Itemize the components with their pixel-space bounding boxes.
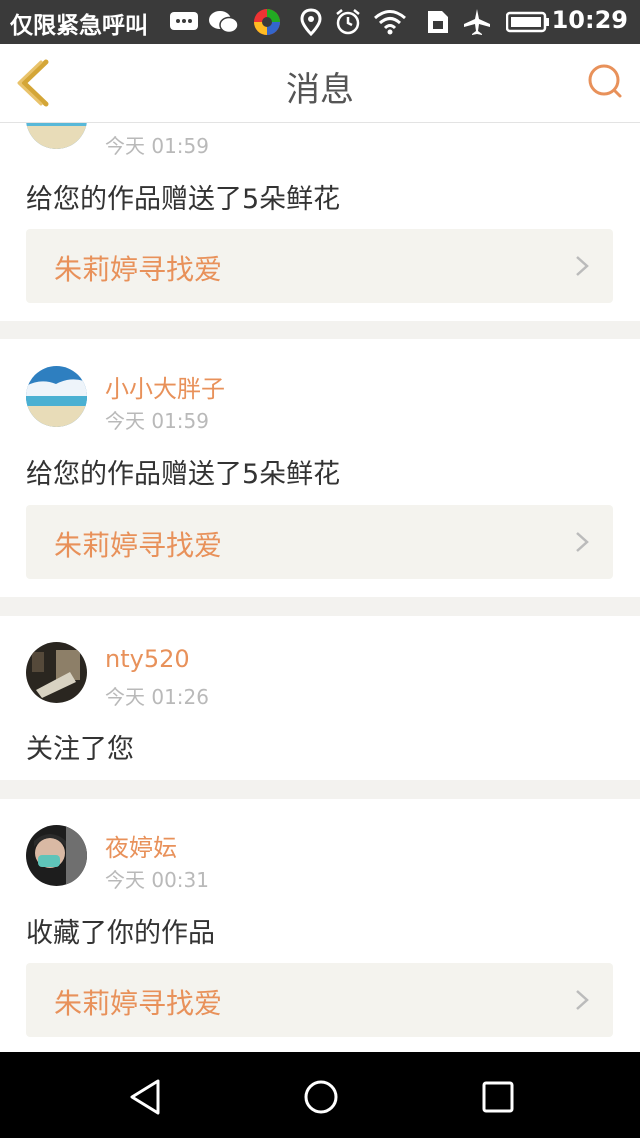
- message-text: 给您的作品赠送了5朵鲜花: [26, 459, 341, 490]
- work-link[interactable]: 朱莉婷寻找爱: [26, 229, 613, 303]
- carrier-text: 仅限紧急呼叫: [10, 13, 148, 39]
- work-link[interactable]: 朱莉婷寻找爱: [26, 963, 613, 1037]
- message-text: 关注了您: [26, 734, 134, 765]
- nav-home-button[interactable]: [301, 1077, 341, 1117]
- nav-back-icon: [130, 1079, 160, 1115]
- timestamp: 今天 01:59: [105, 409, 209, 433]
- message-text: 给您的作品赠送了5朵鲜花: [26, 184, 341, 215]
- username[interactable]: 小小大胖子: [105, 369, 225, 404]
- list-item[interactable]: 今天 01:59 给您的作品赠送了5朵鲜花 朱莉婷寻找爱: [0, 123, 640, 321]
- clock-time: 10:29: [551, 6, 628, 34]
- nav-recents-button[interactable]: [478, 1077, 518, 1117]
- battery-icon: [506, 8, 550, 36]
- message-list[interactable]: 今天 01:59 给您的作品赠送了5朵鲜花 朱莉婷寻找爱 小小大胖子 今天 01…: [0, 123, 640, 1052]
- colorful-app-icon: [252, 8, 282, 36]
- dark-photo-avatar[interactable]: [26, 642, 87, 703]
- system-nav-bar: [0, 1052, 640, 1138]
- nav-recents-icon: [482, 1081, 514, 1113]
- list-item[interactable]: 小小大胖子 今天 01:59 给您的作品赠送了5朵鲜花 朱莉婷寻找爱: [0, 339, 640, 597]
- username[interactable]: 夜婷妘: [105, 828, 177, 863]
- search-icon: [588, 64, 622, 98]
- list-item[interactable]: 夜婷妘 今天 00:31 收藏了你的作品 朱莉婷寻找爱: [0, 799, 640, 1052]
- chevron-right-icon: [576, 990, 589, 1010]
- chevron-right-icon: [576, 532, 589, 552]
- timestamp: 今天 00:31: [105, 868, 209, 892]
- work-link[interactable]: 朱莉婷寻找爱: [26, 505, 613, 579]
- masked-person-avatar[interactable]: [26, 825, 87, 886]
- beach-avatar[interactable]: [26, 366, 87, 427]
- message-text: 收藏了你的作品: [26, 918, 215, 949]
- wifi-icon: [372, 8, 408, 36]
- nav-back-button[interactable]: [126, 1077, 166, 1117]
- timestamp: 今天 01:26: [105, 685, 209, 709]
- list-item[interactable]: nty520 今天 01:26 关注了您: [0, 616, 640, 780]
- location-icon: [298, 8, 324, 36]
- nav-home-icon: [304, 1080, 338, 1114]
- app-header: 消息: [0, 44, 640, 123]
- airplane-icon: [462, 8, 492, 36]
- work-title: 朱莉婷寻找爱: [54, 987, 223, 1020]
- page-title: 消息: [286, 70, 354, 110]
- message-icon: [168, 8, 200, 36]
- beach-avatar[interactable]: [26, 123, 87, 149]
- sim-icon: [424, 8, 452, 36]
- work-title: 朱莉婷寻找爱: [54, 529, 223, 562]
- timestamp: 今天 01:59: [105, 134, 209, 158]
- username[interactable]: nty520: [105, 645, 190, 673]
- search-button[interactable]: [586, 62, 626, 102]
- alarm-icon: [334, 8, 362, 36]
- chevron-right-icon: [576, 256, 589, 276]
- wechat-icon: [208, 8, 240, 36]
- status-bar: 仅限紧急呼叫 10:29: [0, 0, 640, 44]
- work-title: 朱莉婷寻找爱: [54, 253, 223, 286]
